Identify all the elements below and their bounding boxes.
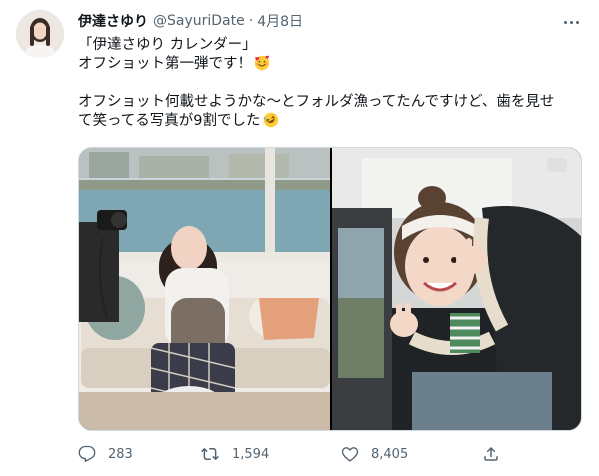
tweet-text-segment: オフショット第一弾です！ <box>78 56 252 72</box>
heart-icon <box>341 447 359 462</box>
display-name[interactable]: 伊達さゆり <box>78 11 148 31</box>
reply-count: 283 <box>108 446 133 462</box>
smiling-face-with-hearts-icon <box>254 55 270 71</box>
tweet-text-segment: て笑ってる写真が9割でした <box>78 113 261 129</box>
like-count: 8,405 <box>371 446 409 462</box>
tweet-date[interactable]: 4月8日 <box>257 11 303 31</box>
tweet-media <box>78 147 582 431</box>
more-dots-icon[interactable] <box>557 8 585 36</box>
tweet-header: 伊達さゆり @SayuriDate · 4月8日 <box>78 10 303 32</box>
share-button[interactable] <box>482 445 512 463</box>
tweet-text: 「伊達さゆり カレンダー」 オフショット第一弾です！ オフショット何載せようかな… <box>78 36 588 131</box>
avatar[interactable] <box>16 10 64 58</box>
retweet-icon <box>201 447 219 461</box>
user-handle[interactable]: @SayuriDate <box>153 13 245 29</box>
tweet-text-line: 「伊達さゆり カレンダー」 <box>78 37 257 53</box>
rolling-on-floor-laughing-icon <box>263 112 278 128</box>
retweet-count: 1,594 <box>232 446 270 462</box>
reply-icon <box>78 445 96 462</box>
like-button[interactable]: 8,405 <box>341 445 408 463</box>
tweet-text-line: オフショット何載せようかな～とフォルダ漁ってたんですけど、歯を見せ <box>78 94 555 110</box>
tweet-text-line: て笑ってる写真が9割でした <box>78 112 588 131</box>
separator-dot: · <box>248 13 254 29</box>
tweet-actions: 283 1,594 8,405 <box>78 442 518 466</box>
retweet-button[interactable]: 1,594 <box>200 445 269 463</box>
photo-selfie[interactable] <box>332 148 581 430</box>
share-icon <box>484 446 498 461</box>
photo-living-room[interactable] <box>79 148 330 430</box>
tweet-text-line: オフショット第一弾です！ <box>78 55 588 74</box>
tweet[interactable]: 伊達さゆり @SayuriDate · 4月8日 「伊達さゆり カレンダー」 オ… <box>0 0 599 476</box>
reply-button[interactable]: 283 <box>78 445 133 463</box>
